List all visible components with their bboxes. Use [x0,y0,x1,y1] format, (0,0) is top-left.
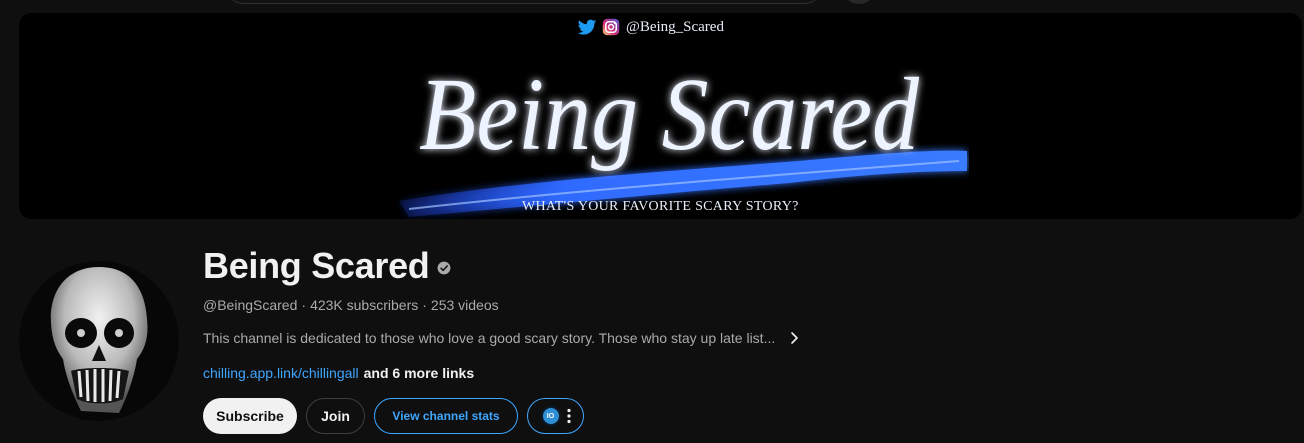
channel-link[interactable]: chilling.app.link/chillingall [203,365,359,381]
video-count: 253 videos [430,297,499,313]
banner-wordmark-art: Being Scared [399,57,967,217]
channel-banner: @Being_Scared Being Scared WHAT'S YOUR F… [19,13,1302,219]
channel-meta: @BeingScared · 423K subscribers · 253 vi… [203,297,499,313]
extension-logo-icon: IO [540,406,561,426]
view-channel-stats-button[interactable]: View channel stats [374,398,518,434]
more-vertical-icon [566,408,571,424]
search-bar[interactable] [226,0,822,4]
description-text: This channel is dedicated to those who l… [203,330,776,346]
meta-separator: · [422,297,427,313]
more-links[interactable]: and 6 more links [364,365,474,381]
channel-name-row: Being Scared [203,244,451,288]
channel-handle: @BeingScared [203,297,298,313]
channel-links: chilling.app.link/chillingall and 6 more… [203,365,474,381]
subscribe-button[interactable]: Subscribe [203,398,297,434]
voice-search-button[interactable] [842,0,876,4]
channel-description[interactable]: This channel is dedicated to those who l… [203,329,807,347]
meta-separator: · [301,297,307,313]
banner-tagline: WHAT'S YOUR FAVORITE SCARY STORY? [522,199,799,214]
banner-wordmark-text: Being Scared [419,57,920,172]
channel-name: Being Scared [203,245,430,286]
channel-avatar[interactable] [19,261,179,421]
skull-avatar-icon [50,267,148,413]
extension-menu-button[interactable]: IO [527,398,584,434]
join-button[interactable]: Join [306,398,365,434]
verified-check-icon [438,261,451,275]
subscriber-count: 423K subscribers [310,297,419,313]
channel-actions: Subscribe Join View channel stats IO [203,398,584,434]
chevron-right-icon[interactable] [783,329,807,347]
